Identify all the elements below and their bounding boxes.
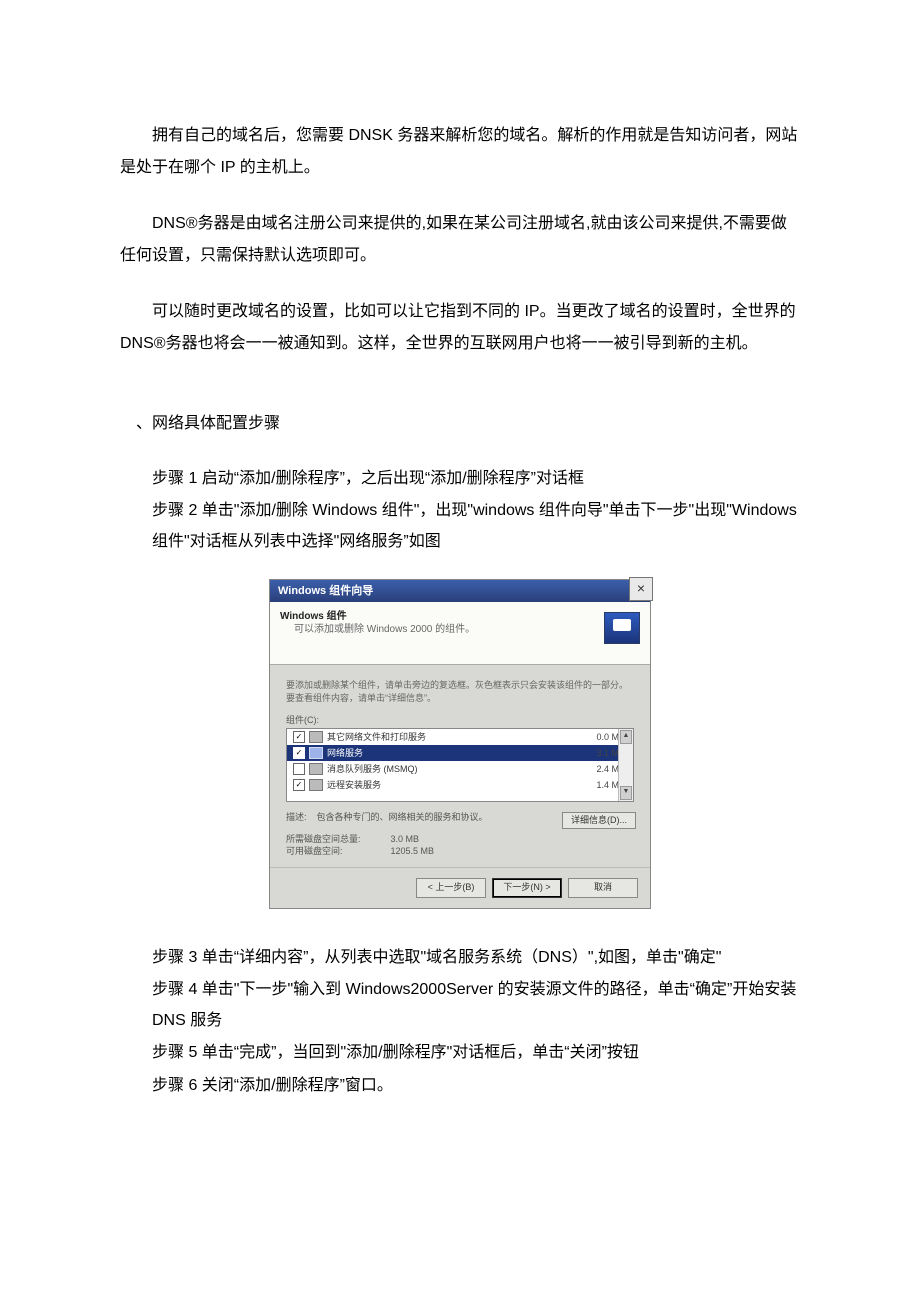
checkbox-icon[interactable] (293, 731, 305, 743)
wizard-dialog: Windows 组件向导 × Windows 组件 可以添加或删除 Window… (269, 579, 651, 909)
components-label: 组件(C): (286, 715, 634, 727)
component-name: 其它网络文件和打印服务 (327, 732, 592, 744)
checkbox-icon[interactable] (293, 763, 305, 775)
dialog-header: Windows 组件 可以添加或删除 Windows 2000 的组件。 (270, 602, 650, 665)
component-icon (309, 731, 323, 743)
step-line: 步骤 3 单击“详细内容”，从列表中选取"域名服务系统（DNS）",如图，单击"… (152, 943, 800, 973)
windows-logo-icon (604, 612, 640, 644)
paragraph-3: 可以随时更改域名的设置，比如可以让它指到不同的 IP。当更改了域名的设置时，全世… (120, 296, 800, 360)
dialog-header-subtitle: 可以添加或删除 Windows 2000 的组件。 (294, 623, 640, 636)
component-name: 远程安装服务 (327, 780, 592, 792)
close-icon[interactable]: × (629, 577, 653, 601)
description-text: 包含各种专门的、网络相关的服务和协议。 (317, 812, 488, 822)
checkbox-icon[interactable] (293, 779, 305, 791)
list-item[interactable]: 远程安装服务 1.4 MB (287, 777, 633, 793)
space-free-label: 可用磁盘空间: (286, 846, 343, 856)
steps-before: 步骤 1 启动“添加/删除程序”，之后出现“添加/删除程序”对话框 步骤 2 单… (152, 464, 800, 557)
dialog-header-title: Windows 组件 (280, 611, 347, 622)
steps-after: 步骤 3 单击“详细内容”，从列表中选取"域名服务系统（DNS）",如图，单击"… (152, 943, 800, 1101)
step-line: 步骤 2 单击"添加/删除 Windows 组件"，出现"windows 组件向… (152, 496, 800, 557)
figure-wrapper: Windows 组件向导 × Windows 组件 可以添加或删除 Window… (120, 579, 800, 909)
paragraph-2: DNS®务器是由域名注册公司来提供的,如果在某公司注册域名,就由该公司来提供,不… (120, 208, 800, 272)
component-icon (309, 779, 323, 791)
component-icon (309, 747, 323, 759)
description-label: 描述: (286, 812, 307, 822)
components-listbox[interactable]: 其它网络文件和打印服务 0.0 MB 网络服务 3.1 MB 消息队列服务 (M… (286, 728, 634, 802)
component-icon (309, 763, 323, 775)
scroll-up-icon[interactable]: ▲ (620, 730, 632, 744)
dialog-body: 要添加或删除某个组件，请单击旁边的复选框。灰色框表示只会安装该组件的一部分。要查… (270, 665, 650, 867)
step-line: 步骤 5 单击“完成”，当回到"添加/删除程序"对话框后，单击“关闭”按钮 (152, 1038, 800, 1068)
dialog-note: 要添加或删除某个组件，请单击旁边的复选框。灰色框表示只会安装该组件的一部分。要查… (286, 679, 634, 704)
checkbox-icon[interactable] (293, 747, 305, 759)
list-item[interactable]: 网络服务 3.1 MB (287, 745, 633, 761)
cancel-button[interactable]: 取消 (568, 878, 638, 898)
step-line: 步骤 4 单击"下一步"输入到 Windows2000Server 的安装源文件… (152, 975, 800, 1036)
back-button[interactable]: < 上一步(B) (416, 878, 486, 898)
component-name: 网络服务 (327, 748, 592, 760)
component-name: 消息队列服务 (MSMQ) (327, 764, 592, 776)
dialog-footer: < 上一步(B) 下一步(N) > 取消 (270, 867, 650, 908)
paragraph-1: 拥有自己的域名后，您需要 DNSK 务器来解析您的域名。解析的作用就是告知访问者… (120, 120, 800, 184)
next-button[interactable]: 下一步(N) > (492, 878, 562, 898)
dialog-title: Windows 组件向导 (278, 584, 373, 598)
list-item[interactable]: 其它网络文件和打印服务 0.0 MB (287, 729, 633, 745)
space-needed-value: 3.0 MB (391, 834, 420, 844)
step-line: 步骤 1 启动“添加/删除程序”，之后出现“添加/删除程序”对话框 (152, 464, 800, 494)
details-button[interactable]: 详细信息(D)... (562, 812, 636, 830)
space-needed-label: 所需磁盘空间总量: (286, 834, 361, 844)
disk-space-row: 所需磁盘空间总量: 可用磁盘空间: 3.0 MB 1205.5 MB (286, 834, 634, 857)
list-item[interactable]: 消息队列服务 (MSMQ) 2.4 MB (287, 761, 633, 777)
step-line: 步骤 6 关闭“添加/删除程序”窗口。 (152, 1071, 800, 1101)
space-free-value: 1205.5 MB (391, 846, 435, 856)
scrollbar[interactable]: ▲ ▼ (618, 729, 633, 801)
dialog-titlebar: Windows 组件向导 (270, 580, 650, 602)
section-title: 、网络具体配置步骤 (120, 408, 800, 440)
scroll-down-icon[interactable]: ▼ (620, 786, 632, 800)
